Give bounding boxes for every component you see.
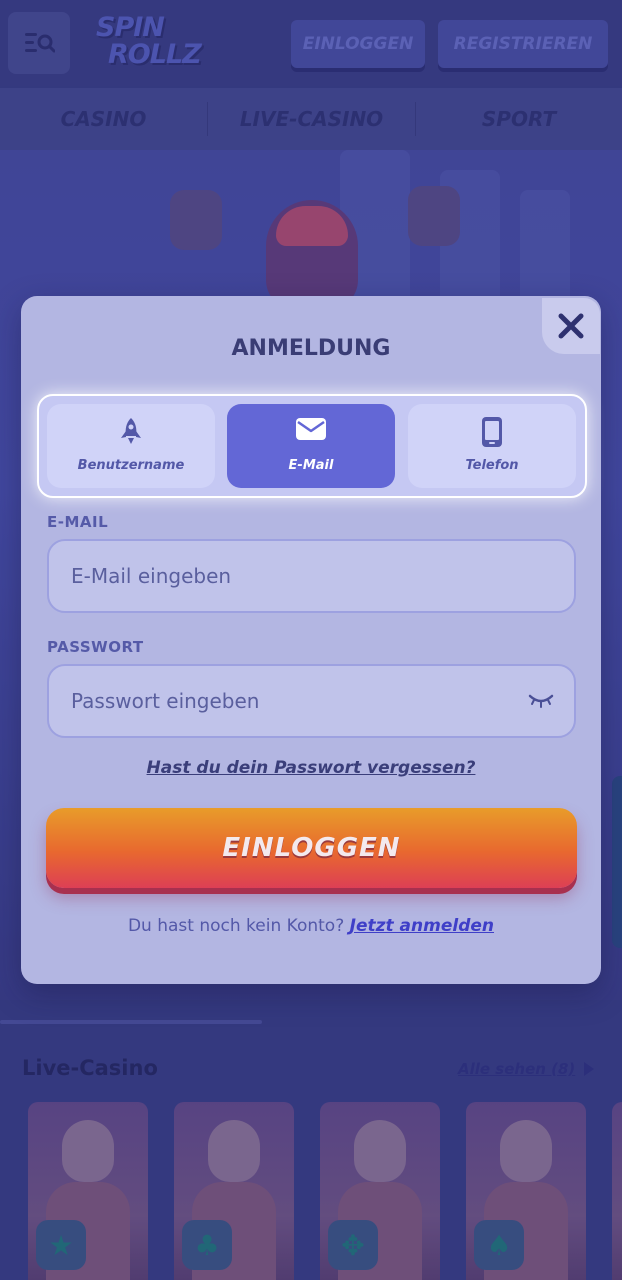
rocket-icon	[121, 418, 141, 444]
eye-closed-icon[interactable]	[527, 692, 555, 710]
phone-icon	[482, 417, 502, 447]
password-label: PASSWORT	[47, 638, 144, 656]
envelope-icon	[296, 418, 326, 440]
tab-username-label: Benutzername	[77, 458, 185, 473]
forgot-password-link[interactable]: Hast du dein Passwort vergessen?	[21, 758, 601, 778]
email-label: E-MAIL	[47, 513, 109, 531]
login-button[interactable]: EINLOGGEN	[46, 808, 577, 888]
no-account-text: Du hast noch kein Konto? Jetzt anmelden	[21, 916, 601, 936]
tab-username[interactable]: Benutzername	[47, 404, 215, 488]
tab-phone[interactable]: Telefon	[408, 404, 576, 488]
no-account-label: Du hast noch kein Konto?	[127, 916, 345, 936]
tab-email-label: E-Mail	[288, 458, 334, 473]
tab-phone-label: Telefon	[465, 458, 519, 473]
password-field[interactable]	[47, 664, 576, 738]
register-link[interactable]: Jetzt anmelden	[350, 916, 494, 936]
modal-title: ANMELDUNG	[231, 336, 391, 361]
email-field[interactable]	[47, 539, 576, 613]
tab-email[interactable]: E-Mail	[227, 404, 395, 488]
